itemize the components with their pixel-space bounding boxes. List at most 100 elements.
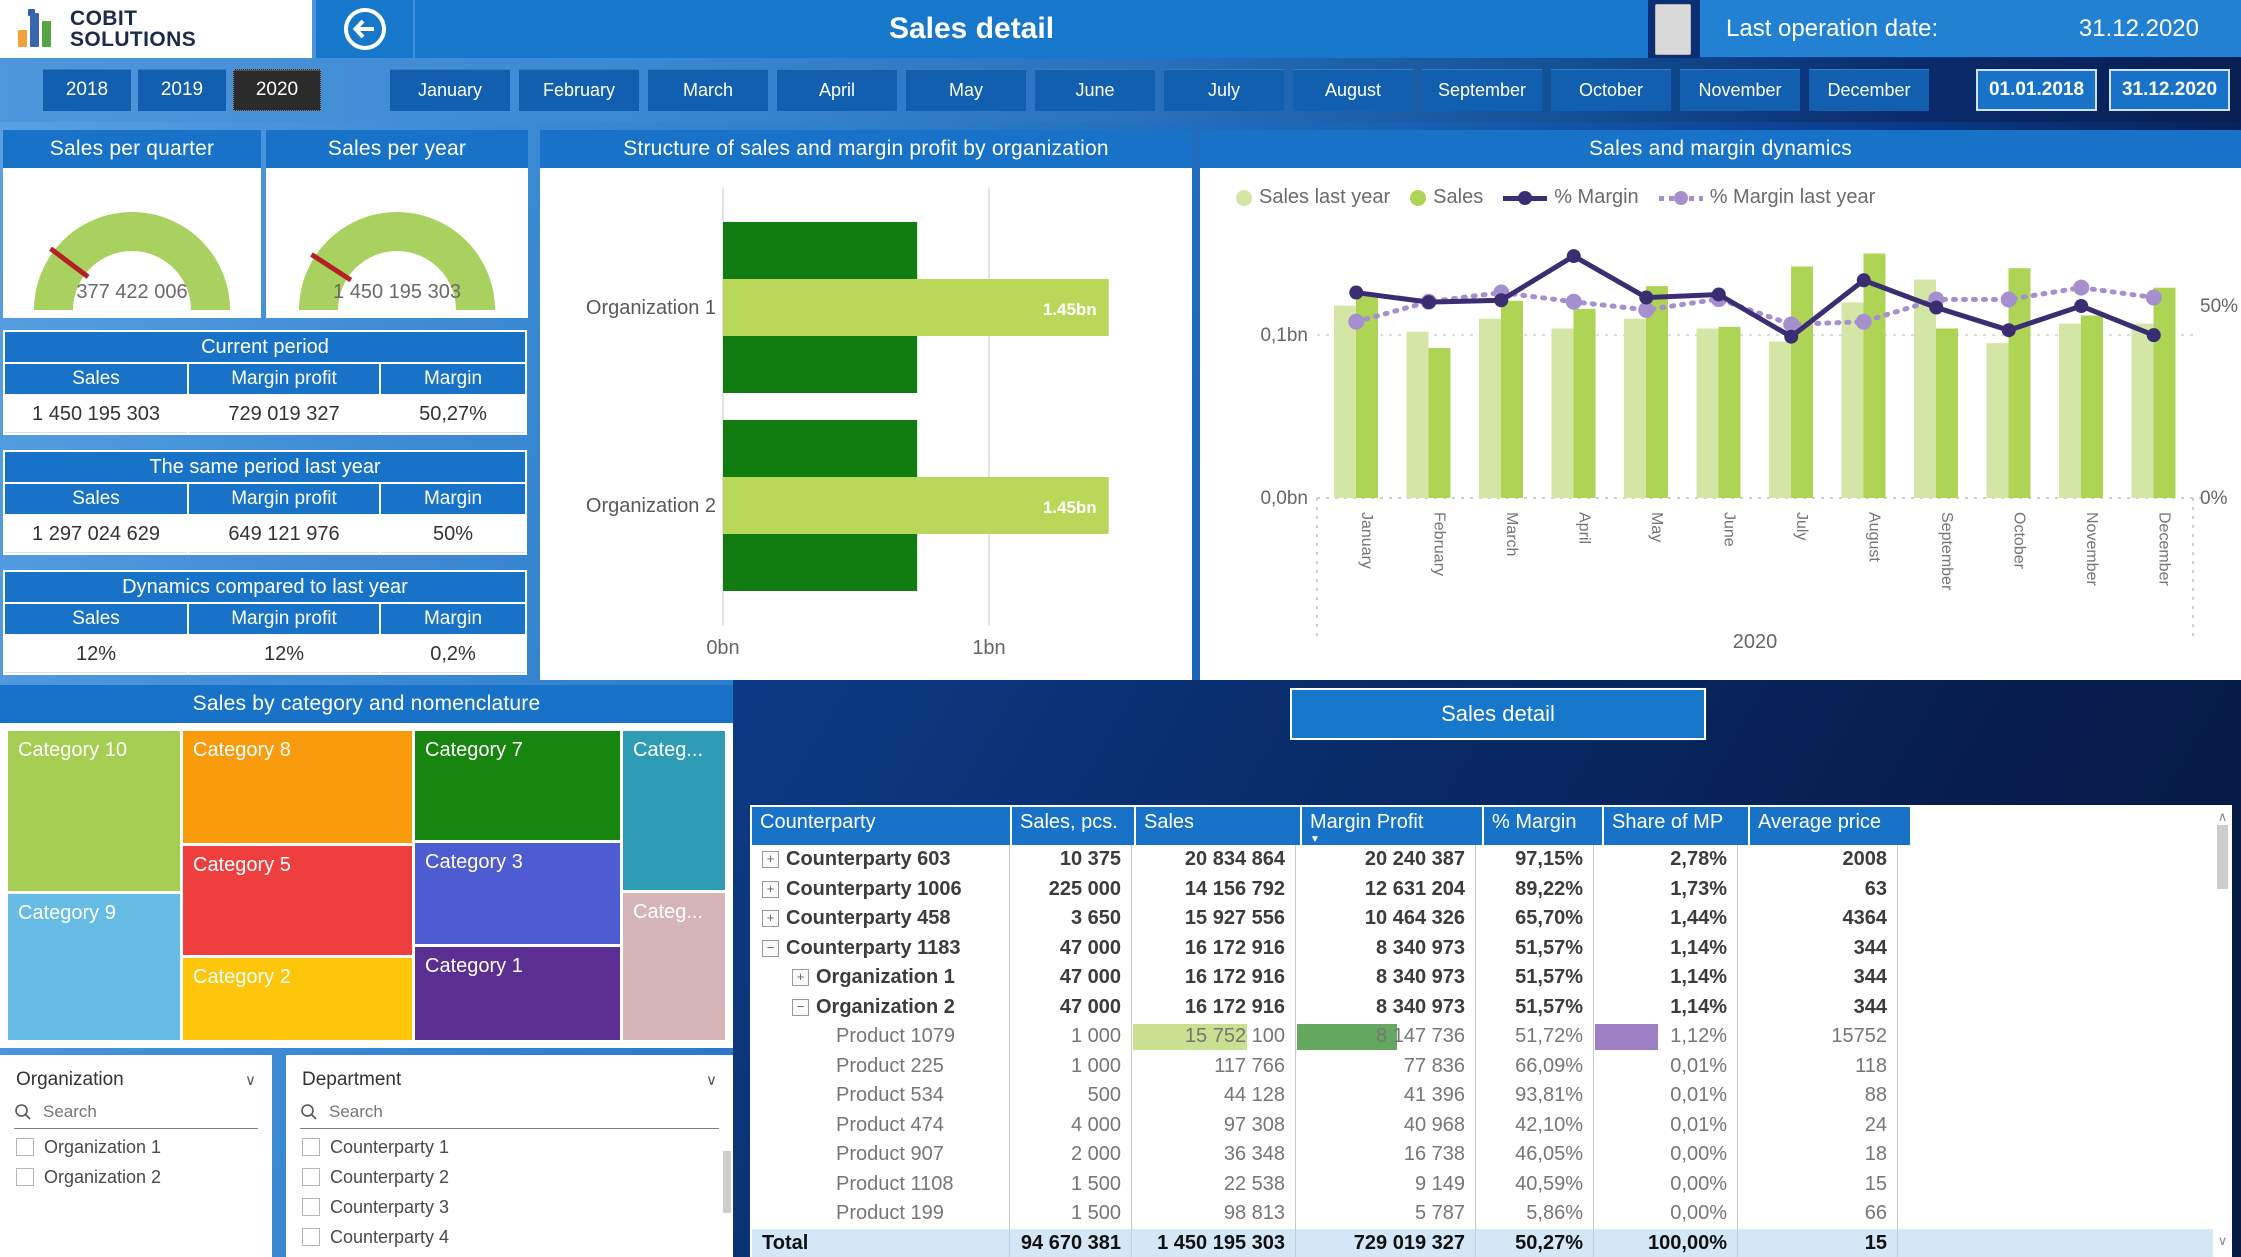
treemap-tile[interactable]: Category 3 (415, 843, 620, 944)
column-header-share-of-mp[interactable]: Share of MP (1604, 807, 1748, 845)
dynamics-bar[interactable] (1406, 331, 1429, 498)
month-button-april[interactable]: April (777, 69, 897, 111)
month-button-november[interactable]: November (1680, 69, 1800, 111)
checkbox[interactable] (302, 1168, 320, 1186)
scroll-down-icon[interactable]: ∨ (2214, 1233, 2231, 1249)
back-button[interactable] (316, 0, 413, 58)
slicer-item[interactable]: Counterparty 3 (286, 1189, 733, 1219)
scrollbar-thumb[interactable] (2217, 825, 2228, 889)
column-header-average-price[interactable]: Average price (1750, 807, 1910, 845)
month-button-july[interactable]: July (1164, 69, 1284, 111)
table-row[interactable]: + Counterparty 458 3 650 15 927 556 10 464 3… (752, 904, 2213, 934)
collapse-icon[interactable]: − (762, 939, 779, 957)
slicer-item[interactable]: Counterparty 2 (286, 1159, 733, 1189)
dynamics-bar[interactable] (2153, 287, 2176, 498)
table-row[interactable]: Total 94 670 381 1 450 195 303 729 019 327 5… (752, 1228, 2213, 1257)
treemap-tile[interactable]: Category 5 (183, 846, 412, 955)
slicer-item[interactable]: Counterparty 1 (286, 1129, 733, 1159)
date-to-box[interactable]: 31.12.2020 (2109, 69, 2230, 111)
slicer-item[interactable]: Organization 1 (0, 1129, 272, 1159)
table-row[interactable]: Product 907 2 000 36 348 16 738 46,05% 0,00% 1… (752, 1140, 2213, 1170)
dynamics-bar[interactable] (1646, 286, 1668, 498)
dynamics-bar[interactable] (1428, 348, 1451, 498)
treemap-tile[interactable]: Categ... (623, 893, 725, 1040)
org-bar[interactable] (723, 222, 918, 279)
treemap-tile[interactable]: Category 10 (8, 731, 180, 891)
table-row[interactable]: Product 225 1 000 117 766 77 836 66,09% 0,01%… (752, 1051, 2213, 1081)
dynamics-bar[interactable] (1696, 328, 1719, 498)
dynamics-bar[interactable] (1718, 326, 1741, 498)
table-row[interactable]: + Counterparty 603 10 375 20 834 864 20 240 … (752, 845, 2213, 875)
treemap-tile[interactable]: Categ... (623, 731, 725, 890)
chevron-down-icon[interactable]: ∨ (706, 1071, 717, 1089)
table-row[interactable]: Product 534 500 44 128 41 396 93,81% 0,01% 88 (752, 1081, 2213, 1111)
slicer-search-input[interactable] (41, 1101, 165, 1123)
month-button-september[interactable]: September (1422, 69, 1542, 111)
month-button-october[interactable]: October (1551, 69, 1671, 111)
scroll-up-icon[interactable]: ∧ (2214, 809, 2231, 825)
dynamics-bar[interactable] (1624, 318, 1646, 498)
org-bar[interactable] (723, 420, 918, 477)
table-scrollbar[interactable]: ∧ ∨ (2214, 807, 2231, 1255)
table-row[interactable]: − Organization 2 47 000 16 172 916 8 340 973… (752, 992, 2213, 1022)
org-bar[interactable] (723, 534, 918, 591)
month-button-january[interactable]: January (390, 69, 510, 111)
month-button-december[interactable]: December (1809, 69, 1929, 111)
dynamics-bar[interactable] (1791, 266, 1813, 498)
table-row[interactable]: + Organization 1 47 000 16 172 916 8 340 973… (752, 963, 2213, 993)
checkbox[interactable] (302, 1138, 320, 1156)
month-button-february[interactable]: February (519, 69, 639, 111)
dynamics-bar[interactable] (1936, 328, 1958, 498)
month-button-march[interactable]: March (648, 69, 768, 111)
dynamics-bar[interactable] (2059, 323, 2081, 498)
table-row[interactable]: Product 1079 1 000 15 752 100 8 147 736 51,7… (752, 1022, 2213, 1052)
dynamics-bar[interactable] (1769, 341, 1791, 498)
month-button-june[interactable]: June (1035, 69, 1155, 111)
sales-detail-button[interactable]: Sales detail (1289, 687, 1707, 741)
checkbox[interactable] (302, 1198, 320, 1216)
treemap-tile[interactable]: Category 1 (415, 947, 620, 1040)
slicer-scrollbar-thumb[interactable] (723, 1151, 731, 1213)
treemap-tile[interactable]: Category 9 (8, 894, 180, 1040)
treemap-tile[interactable]: Category 7 (415, 731, 620, 840)
chevron-down-icon[interactable]: ∨ (245, 1071, 256, 1089)
dynamics-bar[interactable] (1334, 305, 1356, 498)
dynamics-bar[interactable] (2131, 323, 2154, 498)
dynamics-bar[interactable] (1986, 343, 2009, 498)
table-row[interactable]: Product 199 1 500 98 813 5 787 5,86% 0,00% 66 (752, 1199, 2213, 1229)
year-button-2018[interactable]: 2018 (43, 69, 131, 111)
expand-icon[interactable]: + (762, 910, 779, 928)
org-bar[interactable] (723, 336, 918, 393)
table-row[interactable]: Product 474 4 000 97 308 40 968 42,10% 0,01% 2… (752, 1110, 2213, 1140)
column-header-margin-profit[interactable]: Margin Profit ▼ (1302, 807, 1482, 845)
expand-icon[interactable]: + (792, 969, 809, 987)
column-header-sales-pcs-[interactable]: Sales, pcs. (1012, 807, 1134, 845)
slicer-search-input[interactable] (327, 1101, 451, 1123)
slicer-item[interactable]: Organization 2 (0, 1159, 272, 1189)
dynamics-bar[interactable] (1479, 318, 1501, 498)
month-button-august[interactable]: August (1293, 69, 1413, 111)
dynamics-bar[interactable] (1841, 302, 1864, 498)
month-button-may[interactable]: May (906, 69, 1026, 111)
expand-icon[interactable]: + (762, 880, 779, 898)
dynamics-bar[interactable] (2081, 315, 2103, 498)
dynamics-bar[interactable] (1551, 328, 1574, 498)
treemap-tile[interactable]: Category 2 (183, 958, 412, 1040)
column-header-counterparty[interactable]: Counterparty (752, 807, 1010, 845)
checkbox[interactable] (302, 1228, 320, 1246)
checkbox[interactable] (16, 1168, 34, 1186)
expand-icon[interactable]: + (762, 851, 779, 869)
slicer-item[interactable]: Counterparty 4 (286, 1219, 733, 1249)
table-row[interactable]: − Counterparty 1183 47 000 16 172 916 8 340 … (752, 933, 2213, 963)
dynamics-bar[interactable] (1501, 300, 1523, 498)
column-header-sales[interactable]: Sales (1136, 807, 1300, 845)
table-row[interactable]: Product 1108 1 500 22 538 9 149 40,59% 0,00% 1… (752, 1169, 2213, 1199)
dynamics-bar[interactable] (1573, 308, 1596, 498)
treemap-tile[interactable]: Category 8 (183, 731, 412, 843)
year-button-2020[interactable]: 2020 (233, 69, 321, 111)
date-from-box[interactable]: 01.01.2018 (1976, 69, 2097, 111)
checkbox[interactable] (16, 1138, 34, 1156)
table-row[interactable]: + Counterparty 1006 225 000 14 156 792 12 63… (752, 874, 2213, 904)
column-header--margin[interactable]: % Margin (1484, 807, 1602, 845)
top-scrollbar-thumb[interactable] (1655, 4, 1691, 55)
